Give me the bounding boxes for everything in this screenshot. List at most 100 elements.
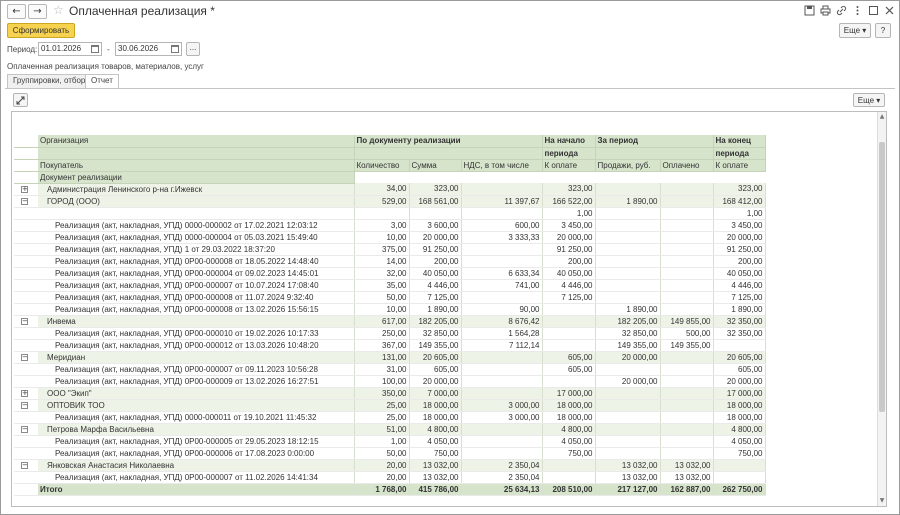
vertical-scrollbar[interactable]: ▲ ▼: [877, 112, 886, 506]
tab-report[interactable]: Отчет: [85, 74, 119, 89]
total-vat: 25 634,13: [461, 483, 543, 496]
document-name: Реализация (акт, накладная, УПД) 0Р00-00…: [38, 279, 355, 292]
collapse-minus-icon[interactable]: −: [21, 353, 28, 361]
table-row[interactable]: Реализация (акт, накладная, УПД) 0Р00-00…: [14, 303, 766, 316]
table-row[interactable]: Реализация (акт, накладная, УПД) 0Р00-00…: [14, 327, 766, 340]
group-row[interactable]: − ОПТОВИК ТОО 25,00 18 000,00 3 000,00 18 000…: [14, 399, 766, 412]
scroll-down-icon[interactable]: ▼: [878, 497, 886, 505]
group-row[interactable]: + ООО "Экип" 350,00 7 000,00 17 000,00 17 000…: [14, 387, 766, 400]
total-qty: 1 768,00: [354, 483, 410, 496]
help-button[interactable]: ?: [875, 23, 891, 38]
cell-start: 3 450,00: [542, 219, 596, 232]
group-row[interactable]: − Меридиан 131,00 20 605,00 605,00 20 000,00 2…: [14, 351, 766, 364]
cell-sales: 1 890,00: [595, 195, 661, 208]
cell-end: 4 446,00: [713, 279, 766, 292]
report-spreadsheet[interactable]: Организация По документу реализации На н…: [11, 111, 887, 507]
cell-end: 4 800,00: [713, 423, 766, 436]
tab-groupings[interactable]: Группировки, отборы: [7, 74, 98, 88]
table-row[interactable]: Реализация (акт, накладная, УПД) 0Р00-00…: [14, 471, 766, 484]
calendar-icon[interactable]: [171, 45, 179, 53]
expand-report-button[interactable]: [13, 93, 28, 107]
report-table: Организация По документу реализации На н…: [14, 135, 766, 496]
table-row[interactable]: Реализация (акт, накладная, УПД) 0Р00-00…: [14, 267, 766, 280]
expand-plus-icon[interactable]: +: [21, 389, 28, 397]
scroll-up-icon[interactable]: ▲: [878, 113, 886, 121]
document-name: Реализация (акт, накладная, УПД) 0Р00-00…: [38, 327, 355, 340]
favorite-star-icon[interactable]: ☆: [53, 3, 64, 17]
print-button[interactable]: [819, 5, 832, 17]
group-row[interactable]: − Инвема 617,00 182 205,00 8 676,42 182 205,0…: [14, 315, 766, 328]
buyer-name: Инвема: [38, 315, 355, 328]
forward-button[interactable]: →: [28, 4, 47, 19]
cell-sum: 7 125,00: [409, 291, 462, 304]
calendar-icon[interactable]: [91, 45, 99, 53]
collapse-minus-icon[interactable]: −: [21, 197, 28, 205]
cell-vat: [461, 363, 543, 376]
attach-icon[interactable]: [803, 5, 816, 17]
report-more-button[interactable]: Еще ▾: [853, 93, 885, 107]
expand-plus-icon[interactable]: +: [21, 185, 28, 193]
table-row[interactable]: 1,00 1,00: [14, 207, 766, 220]
collapse-minus-icon[interactable]: −: [21, 425, 28, 433]
cell-vat: 3 000,00: [461, 411, 543, 424]
cell-end: 4 050,00: [713, 435, 766, 448]
generate-button[interactable]: Сформировать: [7, 23, 75, 38]
collapse-minus-icon[interactable]: −: [21, 317, 28, 325]
tree-gutter: [14, 243, 38, 256]
close-button[interactable]: [883, 5, 896, 17]
cell-vat: 2 350,04: [461, 471, 543, 484]
cell-sales: [595, 279, 661, 292]
table-row[interactable]: Реализация (акт, накладная, УПД) 0000-00…: [14, 219, 766, 232]
cell-qty: 20,00: [354, 459, 410, 472]
cell-sum: 149 355,00: [409, 339, 462, 352]
cell-sales: [595, 387, 661, 400]
cell-paid: [660, 267, 714, 280]
table-row[interactable]: Реализация (акт, накладная, УПД) 0Р00-00…: [14, 363, 766, 376]
collapse-minus-icon[interactable]: −: [21, 461, 28, 469]
cell-end: 20 605,00: [713, 351, 766, 364]
cell-sum: 182 205,00: [409, 315, 462, 328]
table-row[interactable]: Реализация (акт, накладная, УПД) 0Р00-00…: [14, 279, 766, 292]
cell-start: 7 125,00: [542, 291, 596, 304]
tree-gutter: [14, 435, 38, 448]
group-row[interactable]: − Петрова Марфа Васильевна 51,00 4 800,00 4 …: [14, 423, 766, 436]
group-row[interactable]: − Янковская Анастасия Николаевна 20,00 13 0…: [14, 459, 766, 472]
cell-vat: 3 333,33: [461, 231, 543, 244]
cell-start: 1,00: [542, 207, 596, 220]
cell-paid: [660, 363, 714, 376]
period-to-field[interactable]: 30.06.2026: [115, 42, 182, 56]
more-button[interactable]: Еще ▾: [839, 23, 871, 38]
back-button[interactable]: ←: [7, 4, 26, 19]
group-row[interactable]: + Администрация Ленинского р-на г.Ижевск 3…: [14, 183, 766, 196]
table-row[interactable]: Реализация (акт, накладная, УПД) 0Р00-00…: [14, 339, 766, 352]
table-row[interactable]: Реализация (акт, накладная, УПД) 1 от 29…: [14, 243, 766, 256]
table-row[interactable]: Реализация (акт, накладная, УПД) 0Р00-00…: [14, 291, 766, 304]
table-row[interactable]: Реализация (акт, накладная, УПД) 0Р00-00…: [14, 375, 766, 388]
period-from-field[interactable]: 01.01.2026: [38, 42, 102, 56]
table-row[interactable]: Реализация (акт, накладная, УПД) 0000-00…: [14, 411, 766, 424]
maximize-button[interactable]: [867, 5, 880, 17]
table-row[interactable]: Реализация (акт, накладная, УПД) 0Р00-00…: [14, 435, 766, 448]
table-row[interactable]: Реализация (акт, накладная, УПД) 0000-00…: [14, 231, 766, 244]
cell-sum: 4 800,00: [409, 423, 462, 436]
cell-start: 20 000,00: [542, 231, 596, 244]
cell-qty: 51,00: [354, 423, 410, 436]
cell-paid: 13 032,00: [660, 459, 714, 472]
cell-sum: 40 050,00: [409, 267, 462, 280]
collapse-minus-icon[interactable]: −: [21, 401, 28, 409]
link-button[interactable]: [835, 5, 848, 17]
choose-period-button[interactable]: ...: [186, 42, 200, 56]
table-row[interactable]: Реализация (акт, накладная, УПД) 0Р00-00…: [14, 255, 766, 268]
cell-paid: [660, 255, 714, 268]
cell-paid: [660, 195, 714, 208]
scrollbar-thumb[interactable]: [879, 142, 885, 412]
table-row[interactable]: Реализация (акт, накладная, УПД) 0Р00-00…: [14, 447, 766, 460]
cell-sales: 32 850,00: [595, 327, 661, 340]
menu-button[interactable]: [851, 5, 864, 17]
group-row[interactable]: − ГОРОД (ООО) 529,00 168 561,00 11 397,67 166…: [14, 195, 766, 208]
header-for-period: За период: [595, 135, 714, 148]
header-qty: Количество: [354, 159, 410, 172]
cell-sales: [595, 291, 661, 304]
cell-qty: 367,00: [354, 339, 410, 352]
tree-gutter: [14, 231, 38, 244]
